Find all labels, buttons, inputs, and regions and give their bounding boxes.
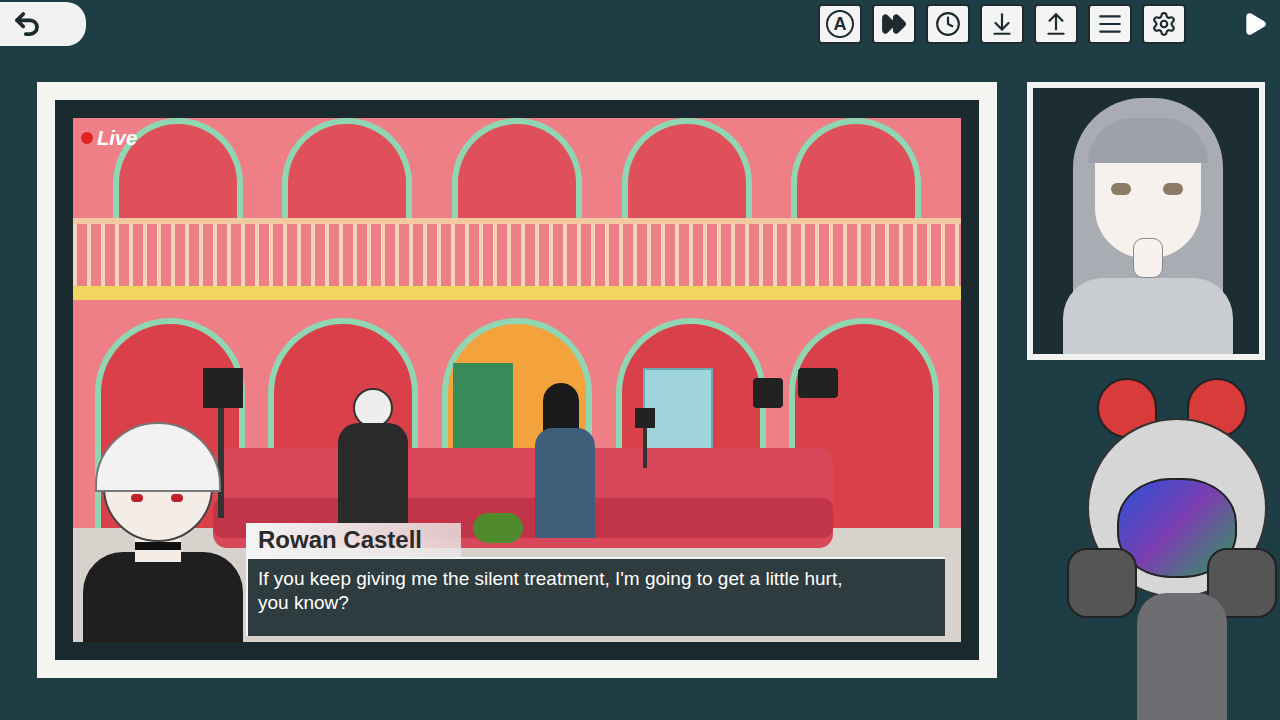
back-button[interactable] [0,2,86,46]
character-portrait [1027,82,1265,360]
character-bust [73,422,243,642]
toolbar: A [0,0,1280,48]
dialogue-text: If you keep giving me the silent treatme… [258,567,858,615]
save-button[interactable] [980,4,1024,44]
next-arrow-icon [1242,9,1268,39]
menu-button[interactable] [1088,4,1132,44]
live-label: Live [97,126,137,150]
back-arrow-icon [12,9,42,39]
speaker-name-tab: Rowan Castell [246,523,461,557]
log-button[interactable] [926,4,970,44]
clock-icon [935,11,961,37]
save-icon [989,11,1015,37]
scene-view[interactable]: Live Rowan Castell If you keep giving me t… [73,118,961,642]
live-badge: Live [81,126,137,150]
load-button[interactable] [1034,4,1078,44]
settings-button[interactable] [1142,4,1186,44]
skip-button[interactable] [872,4,916,44]
speaker-name: Rowan Castell [258,526,422,553]
live-dot [81,132,93,144]
dialogue-box[interactable]: Rowan Castell If you keep giving me the s… [246,523,945,636]
auto-button[interactable]: A [818,4,862,44]
next-button[interactable] [1240,4,1270,44]
gear-icon [1151,11,1177,37]
menu-icon [1097,11,1123,37]
auto-label: A [826,10,854,38]
skip-icon [881,11,907,37]
load-icon [1043,11,1069,37]
game-screen: A Live Rowan Castell If you keep giving me … [0,0,1280,720]
robot-mascot [1027,378,1265,720]
main-frame: Live Rowan Castell If you keep giving me t… [37,82,997,678]
